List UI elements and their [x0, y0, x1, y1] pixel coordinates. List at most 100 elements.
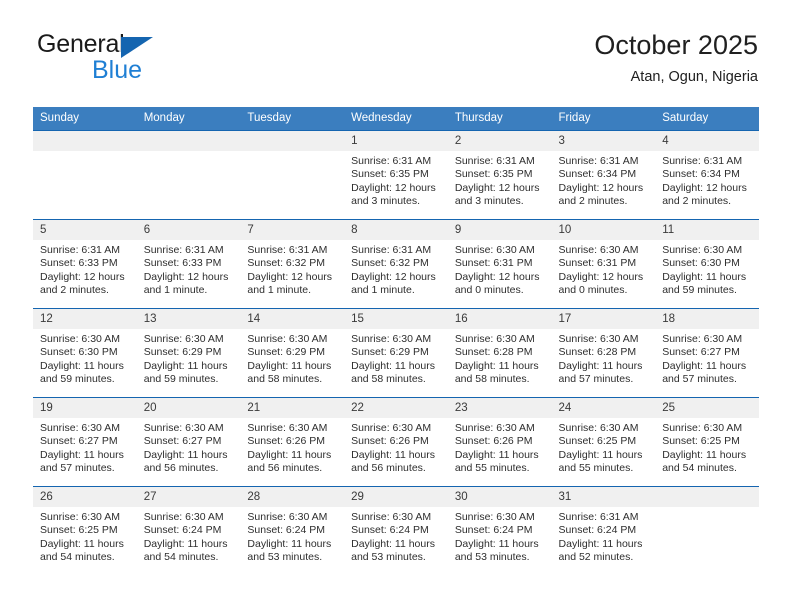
weekday-header-wednesday: Wednesday: [344, 107, 448, 131]
day-cell[interactable]: 18 Sunrise: 6:30 AM Sunset: 6:27 PM Dayligh…: [655, 308, 759, 398]
sunrise-text: Sunrise: 6:30 AM: [40, 511, 120, 523]
day-number: 25: [655, 398, 759, 418]
day-sun-info: Sunrise: 6:30 AM Sunset: 6:25 PM Daylight:…: [33, 507, 137, 565]
day-number: 19: [33, 398, 137, 418]
weekday-row: Sunday Monday Tuesday Wednesday Thursday Frid…: [33, 107, 759, 131]
day-cell[interactable]: 24 Sunrise: 6:30 AM Sunset: 6:25 PM Dayligh…: [551, 397, 656, 487]
day-number: 18: [655, 309, 759, 329]
daylight-text: and 3 minutes.: [351, 195, 420, 208]
day-number: 6: [136, 220, 241, 240]
day-cell[interactable]: 17 Sunrise: 6:30 AM Sunset: 6:28 PM Dayligh…: [551, 308, 656, 398]
day-number: 30: [447, 487, 552, 507]
sunset-text: Sunset: 6:30 PM: [662, 257, 740, 270]
day-cell[interactable]: 2 Sunrise: 6:31 AM Sunset: 6:35 PM Daylight…: [447, 130, 552, 220]
sunset-text: Sunset: 6:24 PM: [558, 524, 637, 537]
day-number: 22: [344, 398, 448, 418]
day-cell[interactable]: 12 Sunrise: 6:30 AM Sunset: 6:30 PM Dayligh…: [33, 308, 137, 398]
day-cell[interactable]: 25 Sunrise: 6:30 AM Sunset: 6:25 PM Dayligh…: [655, 397, 759, 487]
sunrise-text: Sunrise: 6:30 AM: [247, 333, 328, 345]
day-sun-info: Sunrise: 6:30 AM Sunset: 6:24 PM Daylight:…: [448, 507, 552, 565]
daylight-text: and 55 minutes.: [454, 462, 530, 475]
general-blue-logo[interactable]: General Blue: [33, 32, 253, 92]
day-cell[interactable]: 26 Sunrise: 6:30 AM Sunset: 6:25 PM Dayligh…: [33, 486, 137, 575]
day-cell[interactable]: 20 Sunrise: 6:30 AM Sunset: 6:27 PM Dayligh…: [136, 397, 241, 487]
daylight-text: and 52 minutes.: [558, 551, 634, 564]
day-cell[interactable]: 10 Sunrise: 6:30 AM Sunset: 6:31 PM Dayligh…: [551, 219, 656, 309]
sunrise-text: Sunrise: 6:30 AM: [247, 422, 328, 434]
daylight-text: Daylight: 12 hours: [662, 181, 747, 194]
daylight-text: Daylight: 12 hours: [40, 270, 125, 283]
day-number: 20: [136, 398, 241, 418]
daylight-text: and 53 minutes.: [454, 551, 530, 564]
daylight-text: Daylight: 11 hours: [40, 448, 124, 461]
week-row: 12 Sunrise: 6:30 AM Sunset: 6:30 PM Dayligh…: [33, 308, 759, 398]
daylight-text: Daylight: 12 hours: [558, 270, 644, 283]
day-cell[interactable]: 11 Sunrise: 6:30 AM Sunset: 6:30 PM Dayligh…: [655, 219, 759, 309]
daylight-text: Daylight: 11 hours: [662, 448, 747, 461]
sunrise-text: Sunrise: 6:30 AM: [351, 511, 432, 523]
daylight-text: and 58 minutes.: [351, 373, 426, 386]
sunrise-text: Sunrise: 6:30 AM: [143, 422, 224, 434]
weekday-header-friday: Friday: [551, 107, 656, 131]
day-cell[interactable]: 14 Sunrise: 6:30 AM Sunset: 6:29 PM Dayligh…: [240, 308, 345, 398]
day-number: 27: [136, 487, 241, 507]
day-cell[interactable]: 28 Sunrise: 6:30 AM Sunset: 6:24 PM Dayligh…: [240, 486, 345, 575]
sunset-text: Sunset: 6:30 PM: [40, 346, 118, 359]
day-number: 14: [240, 309, 345, 329]
sunset-text: Sunset: 6:34 PM: [558, 168, 637, 181]
daylight-text: and 58 minutes.: [454, 373, 530, 386]
day-cell[interactable]: 29 Sunrise: 6:30 AM Sunset: 6:24 PM Dayligh…: [344, 486, 448, 575]
day-cell[interactable]: 1 Sunrise: 6:31 AM Sunset: 6:35 PM Daylight…: [344, 130, 448, 220]
calendar-page: General Blue October 2025 Atan, Ogun, Ni…: [0, 0, 792, 612]
daylight-text: and 1 minute.: [247, 284, 312, 297]
day-cell[interactable]: 6 Sunrise: 6:31 AM Sunset: 6:33 PM Daylight…: [136, 219, 241, 309]
title-block: October 2025 Atan, Ogun, Nigeria: [594, 28, 758, 87]
sunset-text: Sunset: 6:24 PM: [247, 524, 326, 537]
sunrise-text: Sunrise: 6:31 AM: [454, 155, 535, 167]
daylight-text: Daylight: 11 hours: [454, 448, 539, 461]
day-cell[interactable]: 16 Sunrise: 6:30 AM Sunset: 6:28 PM Dayligh…: [447, 308, 552, 398]
sunset-text: Sunset: 6:29 PM: [143, 346, 222, 359]
day-cell-empty: [240, 130, 345, 220]
weekday-header-saturday: Saturday: [655, 107, 759, 131]
daylight-text: Daylight: 12 hours: [247, 270, 333, 283]
sunset-text: Sunset: 6:34 PM: [662, 168, 740, 181]
sunrise-text: Sunrise: 6:30 AM: [454, 422, 535, 434]
day-sun-info: Sunrise: 6:31 AM Sunset: 6:34 PM Daylight:…: [655, 151, 759, 209]
daylight-text: and 0 minutes.: [558, 284, 628, 297]
day-cell[interactable]: 5 Sunrise: 6:31 AM Sunset: 6:33 PM Daylight…: [33, 219, 137, 309]
day-cell[interactable]: 15 Sunrise: 6:30 AM Sunset: 6:29 PM Dayligh…: [344, 308, 448, 398]
day-number: 16: [447, 309, 552, 329]
sunset-text: Sunset: 6:24 PM: [143, 524, 222, 537]
day-number: 15: [344, 309, 448, 329]
day-cell[interactable]: 8 Sunrise: 6:31 AM Sunset: 6:32 PM Daylight…: [344, 219, 448, 309]
daylight-text: and 53 minutes.: [351, 551, 426, 564]
sunrise-text: Sunrise: 6:30 AM: [247, 511, 328, 523]
day-number: 28: [240, 487, 345, 507]
sunrise-text: Sunrise: 6:30 AM: [558, 422, 639, 434]
day-cell[interactable]: 27 Sunrise: 6:30 AM Sunset: 6:24 PM Dayligh…: [136, 486, 241, 575]
day-cell-empty: [655, 486, 759, 575]
daylight-text: Daylight: 11 hours: [558, 537, 643, 550]
daylight-text: and 2 minutes.: [40, 284, 109, 297]
day-sun-info: Sunrise: 6:31 AM Sunset: 6:33 PM Daylight:…: [137, 240, 241, 298]
day-cell[interactable]: 22 Sunrise: 6:30 AM Sunset: 6:26 PM Dayligh…: [344, 397, 448, 487]
day-sun-info: Sunrise: 6:30 AM Sunset: 6:25 PM Daylight:…: [552, 418, 656, 476]
day-cell[interactable]: 9 Sunrise: 6:30 AM Sunset: 6:31 PM Daylight…: [447, 219, 552, 309]
daylight-text: and 55 minutes.: [558, 462, 634, 475]
daylight-text: and 53 minutes.: [247, 551, 323, 564]
day-cell[interactable]: 3 Sunrise: 6:31 AM Sunset: 6:34 PM Daylight…: [551, 130, 656, 220]
day-sun-info: Sunrise: 6:30 AM Sunset: 6:26 PM Daylight:…: [344, 418, 448, 476]
sunset-text: Sunset: 6:26 PM: [454, 435, 533, 448]
day-cell[interactable]: 4 Sunrise: 6:31 AM Sunset: 6:34 PM Daylight…: [655, 130, 759, 220]
sunset-text: Sunset: 6:31 PM: [558, 257, 637, 270]
day-cell[interactable]: 13 Sunrise: 6:30 AM Sunset: 6:29 PM Dayligh…: [136, 308, 241, 398]
day-cell[interactable]: 19 Sunrise: 6:30 AM Sunset: 6:27 PM Dayligh…: [33, 397, 137, 487]
day-cell[interactable]: 21 Sunrise: 6:30 AM Sunset: 6:26 PM Dayligh…: [240, 397, 345, 487]
weekday-header-thursday: Thursday: [447, 107, 552, 131]
day-cell[interactable]: 23 Sunrise: 6:30 AM Sunset: 6:26 PM Dayligh…: [447, 397, 552, 487]
day-cell[interactable]: 7 Sunrise: 6:31 AM Sunset: 6:32 PM Daylight…: [240, 219, 345, 309]
daylight-text: Daylight: 11 hours: [143, 359, 228, 372]
day-cell[interactable]: 31 Sunrise: 6:31 AM Sunset: 6:24 PM Dayligh…: [551, 486, 656, 575]
day-cell[interactable]: 30 Sunrise: 6:30 AM Sunset: 6:24 PM Dayligh…: [447, 486, 552, 575]
